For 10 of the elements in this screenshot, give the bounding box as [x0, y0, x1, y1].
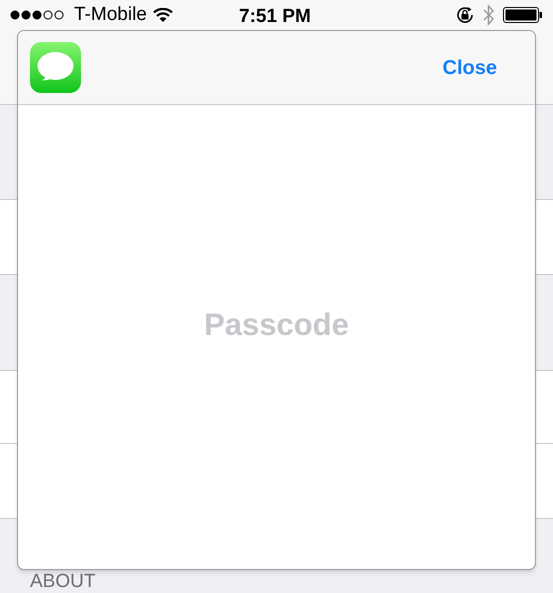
rotation-lock-icon	[455, 5, 475, 25]
speech-bubble-icon	[30, 42, 81, 93]
bluetooth-icon	[483, 4, 495, 26]
clock-time: 7:51 PM	[239, 5, 311, 29]
wifi-icon	[152, 8, 173, 22]
close-button[interactable]: Close	[442, 52, 497, 82]
passcode-label: Passcode	[204, 306, 349, 344]
battery-icon	[503, 6, 543, 24]
carrier-name: T-Mobile	[74, 2, 147, 27]
section-header: ABOUT	[30, 571, 96, 592]
